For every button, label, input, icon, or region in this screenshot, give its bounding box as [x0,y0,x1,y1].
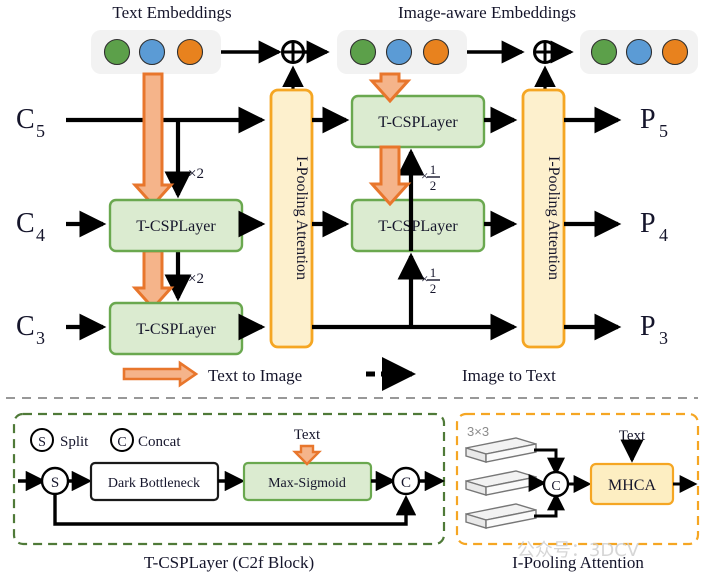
max-sigmoid-label: Max-Sigmoid [268,476,346,491]
i-pooling-attention-bar-1[interactable]: I-Pooling Attention [269,88,314,349]
concat-key: C Concat [110,428,181,452]
svg-text:C: C [16,311,35,342]
embedding-dot-orange [422,38,450,66]
legend-text-to-image-label: Text to Image [208,366,302,385]
text-embeddings-title: Text Embeddings [112,3,231,22]
architecture-diagram: Text Embeddings Image-aware Embeddings C… [6,3,700,572]
mhca-block[interactable]: MHCA [589,462,675,506]
output-embedding-chip [580,30,698,74]
embedding-dot-blue [138,38,166,66]
embedding-dot-green [349,38,377,66]
tcsp-detail-panel: S Split C Concat S Dark Bottleneck Max-S… [12,412,446,572]
ipool-text-input-label: Text [619,428,646,444]
output-label-p4: P 4 [640,208,668,245]
downsample-label-2: × 1 2 [421,265,440,296]
legend-image-to-text-label: Image to Text [462,366,556,385]
right-tcsplayer-p4[interactable]: T-CSPLayer [350,198,486,253]
svg-text:1: 1 [430,162,437,177]
split-node-symbol: S [51,475,59,491]
text-to-image-arrow-left-2 [131,249,175,311]
ipool-concat-node-symbol: C [551,479,560,494]
watermark-text: 公众号：3DCV [517,540,640,561]
svg-text:P: P [640,208,656,239]
svg-text:3: 3 [659,328,668,348]
split-key-label: Split [60,434,89,450]
svg-text:×2: ×2 [188,271,204,287]
svg-text:×: × [421,168,428,183]
svg-text:×2: ×2 [188,166,204,182]
tcsp-concat-node: C [391,466,421,496]
svg-text:P: P [640,311,656,342]
embedding-dot-blue [625,38,653,66]
right-tcsplayer-p4-label: T-CSPLayer [378,218,458,235]
figure-canvas: Text Embeddings Image-aware Embeddings C… [0,0,704,584]
add-node-1 [281,40,305,64]
concat-key-symbol: C [117,435,126,450]
svg-text:C: C [16,208,35,239]
i-pooling-attention-bar-2-label: I-Pooling Attention [545,156,562,280]
split-key: S Split [30,428,89,452]
i-pooling-attention-bar-1-label: I-Pooling Attention [293,156,310,280]
slab3-to-concat-path [534,492,565,518]
dark-bottleneck-block[interactable]: Dark Bottleneck [89,461,220,502]
mhca-label: MHCA [608,477,656,494]
right-tcsplayer-p5-label: T-CSPLayer [378,114,458,131]
svg-text:P: P [640,104,656,135]
svg-text:2: 2 [430,281,437,296]
mid-embedding-chip [337,30,467,74]
tcsp-text-input-label: Text [294,427,321,443]
upsample-label-2: ×2 [188,271,204,287]
left-tcsplayer-c3[interactable]: T-CSPLayer [108,301,244,356]
feature-map-slab-2 [465,470,537,496]
split-key-symbol: S [38,435,46,450]
concat-key-label: Concat [138,434,181,450]
ipool-concat-node: C [542,470,570,498]
svg-text:4: 4 [659,225,668,245]
feature-map-slab-1 [465,437,537,463]
slab1-to-concat-path [534,448,565,476]
right-tcsplayer-p5[interactable]: T-CSPLayer [350,94,486,149]
svg-text:C: C [16,104,35,135]
input-label-c4: C 4 [16,208,45,245]
left-tcsplayer-c4[interactable]: T-CSPLayer [108,198,244,253]
tcsp-panel-caption: T-CSPLayer (C2f Block) [144,553,314,572]
image-aware-embeddings-title: Image-aware Embeddings [398,3,576,22]
svg-text:1: 1 [430,265,437,280]
split-node: S [40,466,70,496]
text-embedding-chip [91,30,221,74]
feature-map-slab-3 [465,503,537,529]
input-label-c3: C 3 [16,311,45,348]
output-label-p3: P 3 [640,311,668,348]
text-to-image-arrow-right-2 [368,145,412,207]
svg-text:×: × [421,271,428,286]
svg-text:5: 5 [659,121,668,141]
legend-orange-arrow-icon [122,360,199,388]
left-tcsplayer-c3-label: T-CSPLayer [136,321,216,338]
max-sigmoid-block[interactable]: Max-Sigmoid [242,461,373,502]
embedding-dot-orange [176,38,204,66]
embedding-dot-green [103,38,131,66]
output-label-p5: P 5 [640,104,668,141]
upsample-label-1: ×2 [188,166,204,182]
text-to-image-arrow-left-1 [131,72,175,208]
add-node-2 [533,40,557,64]
downsample-label-1: × 1 2 [421,162,440,193]
input-label-c5: C 5 [16,104,45,141]
pool-size-label: 3×3 [467,424,489,439]
dark-bottleneck-label: Dark Bottleneck [108,476,200,491]
embedding-dot-green [590,38,618,66]
svg-text:2: 2 [430,178,437,193]
tcsp-concat-node-symbol: C [401,475,411,491]
embedding-dot-blue [385,38,413,66]
svg-text:3: 3 [36,328,45,348]
legend-text-to-image: Text to Image [122,360,302,388]
tcsp-text-input-arrow [292,444,322,466]
i-pooling-attention-bar-2[interactable]: I-Pooling Attention [521,88,566,349]
svg-text:4: 4 [36,225,45,245]
embedding-dot-orange [661,38,689,66]
legend-image-to-text: Image to Text [366,356,556,391]
svg-text:5: 5 [36,121,45,141]
left-tcsplayer-c4-label: T-CSPLayer [136,218,216,235]
